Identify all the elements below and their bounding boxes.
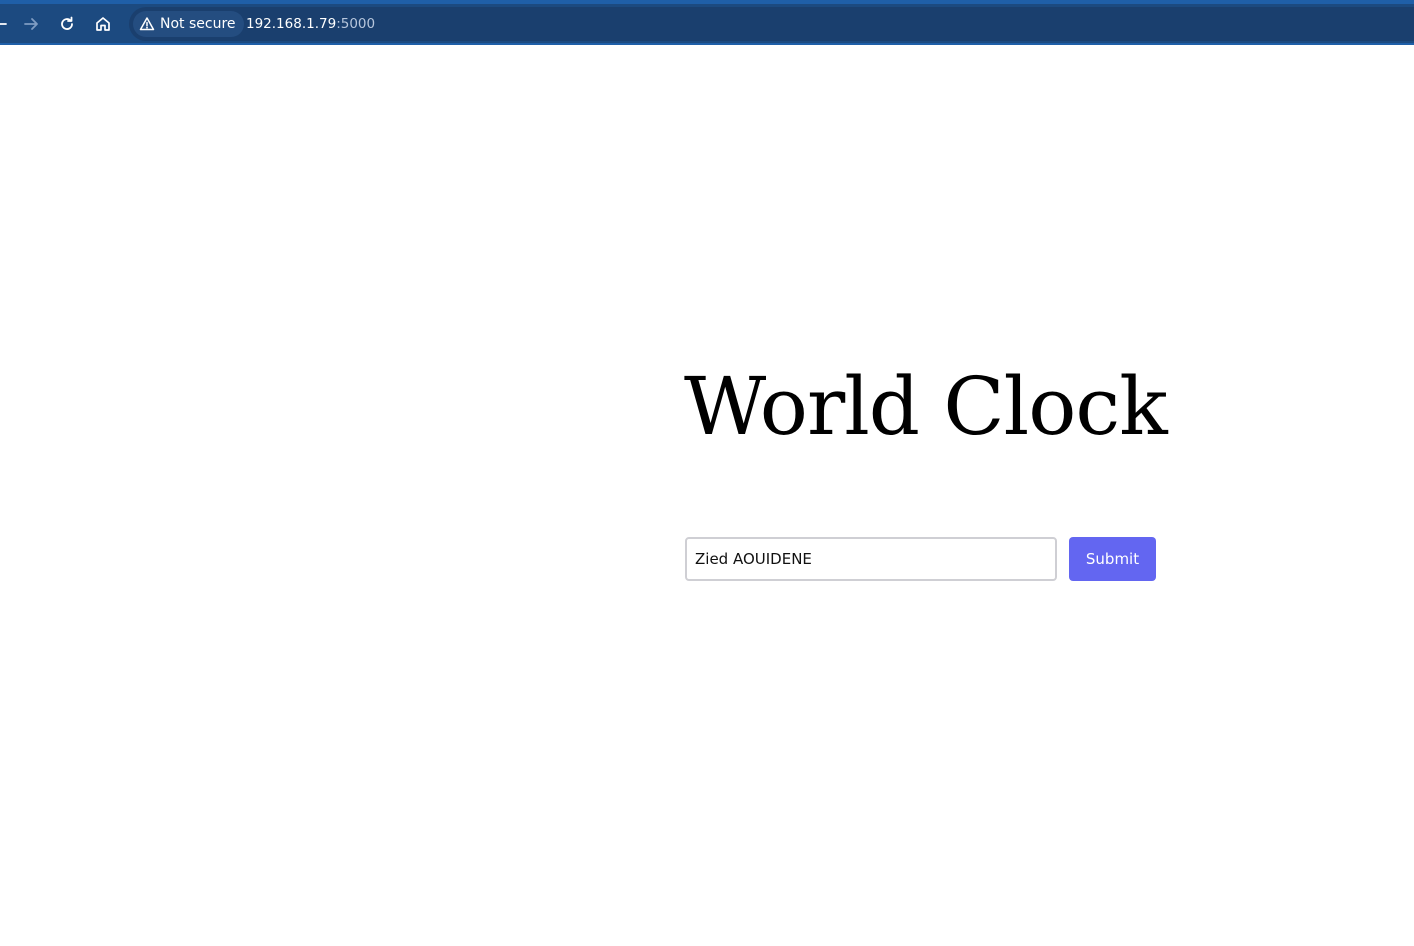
- address-bar[interactable]: Not secure 192.168.1.79:5000: [129, 7, 1414, 41]
- security-label: Not secure: [160, 16, 236, 32]
- reload-icon: [61, 16, 73, 30]
- arrow-left-icon: [0, 23, 7, 25]
- submit-button[interactable]: Submit: [1069, 537, 1156, 581]
- browser-toolbar: Not secure 192.168.1.79:5000: [0, 0, 1414, 45]
- url-port: :5000: [336, 16, 376, 32]
- warning-icon: [139, 17, 155, 31]
- arrow-right-icon: [24, 18, 38, 30]
- home-button[interactable]: [89, 10, 117, 38]
- name-input[interactable]: [685, 537, 1057, 581]
- reload-button[interactable]: [53, 10, 81, 38]
- url-text[interactable]: 192.168.1.79:5000: [246, 16, 375, 32]
- page-title: World Clock: [684, 360, 1168, 453]
- security-indicator[interactable]: Not secure: [133, 11, 244, 37]
- forward-button[interactable]: [17, 10, 45, 38]
- url-host: 192.168.1.79: [246, 16, 337, 32]
- page-content: World Clock Submit: [0, 45, 1414, 946]
- home-icon: [96, 17, 110, 31]
- back-button[interactable]: [0, 10, 14, 38]
